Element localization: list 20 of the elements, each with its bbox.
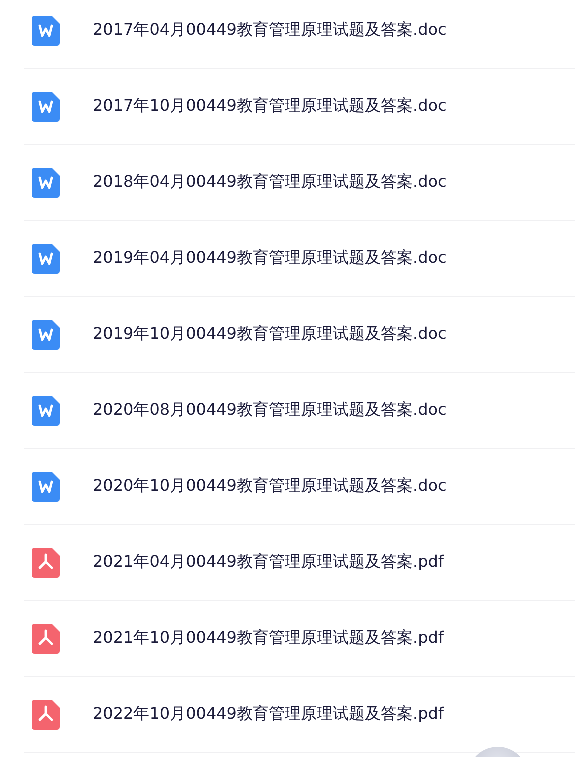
file-name[interactable]: 2017年04月00449教育管理原理试题及答案.doc: [93, 20, 447, 41]
file-name[interactable]: 2018年04月00449教育管理原理试题及答案.doc: [93, 172, 447, 193]
word-document-icon: [32, 168, 60, 198]
file-name[interactable]: 2017年10月00449教育管理原理试题及答案.doc: [93, 96, 447, 117]
word-document-icon: [32, 16, 60, 46]
pdf-document-icon: [32, 700, 60, 730]
word-document-icon: [32, 320, 60, 350]
file-name[interactable]: 2019年04月00449教育管理原理试题及答案.doc: [93, 248, 447, 269]
word-document-icon: [32, 472, 60, 502]
file-name[interactable]: 2020年10月00449教育管理原理试题及答案.doc: [93, 476, 447, 497]
file-name[interactable]: 2022年10月00449教育管理原理试题及答案.pdf: [93, 704, 444, 725]
file-name[interactable]: 2019年10月00449教育管理原理试题及答案.doc: [93, 324, 447, 345]
word-document-icon: [32, 92, 60, 122]
file-name[interactable]: 2021年10月00449教育管理原理试题及答案.pdf: [93, 628, 444, 649]
word-document-icon: [32, 244, 60, 274]
pdf-document-icon: [32, 624, 60, 654]
file-name[interactable]: 2021年04月00449教育管理原理试题及答案.pdf: [93, 552, 444, 573]
pdf-document-icon: [32, 548, 60, 578]
word-document-icon: [32, 396, 60, 426]
file-name[interactable]: 2020年08月00449教育管理原理试题及答案.doc: [93, 400, 447, 421]
